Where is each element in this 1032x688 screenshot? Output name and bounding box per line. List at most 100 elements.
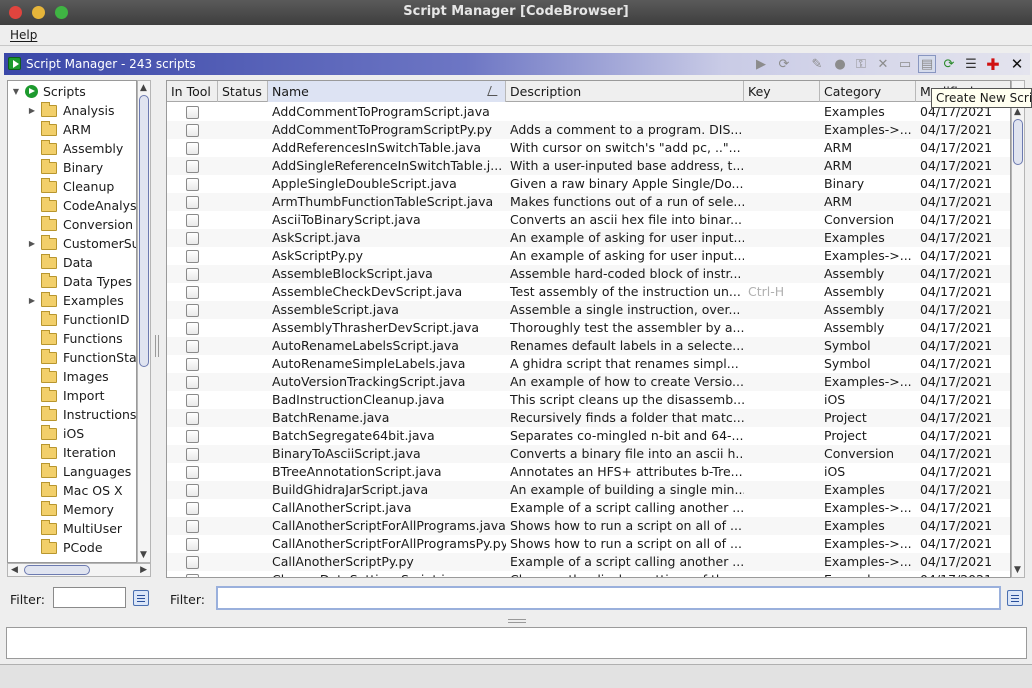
tree-item[interactable]: Import: [27, 386, 105, 405]
tree-hscroll-thumb[interactable]: [24, 565, 90, 575]
table-scroll-thumb[interactable]: [1013, 119, 1023, 165]
tree-item[interactable]: ARM: [27, 120, 91, 139]
table-row[interactable]: AssembleScript.java Assemble a single ins…: [167, 301, 1010, 319]
tree-item[interactable]: iOS: [27, 424, 84, 443]
table-row[interactable]: AskScriptPy.py An example of asking for u…: [167, 247, 1010, 265]
tree-item[interactable]: Cleanup: [27, 177, 114, 196]
in-tool-checkbox[interactable]: [186, 574, 199, 577]
run-last-script-icon[interactable]: ⟳: [775, 55, 793, 73]
in-tool-checkbox[interactable]: [186, 394, 199, 407]
in-tool-checkbox[interactable]: [186, 466, 199, 479]
table-row[interactable]: AddCommentToProgramScriptPy.py Adds a com…: [167, 121, 1010, 139]
tree-scroll-thumb[interactable]: [139, 95, 149, 367]
table-row[interactable]: AssemblyThrasherDevScript.java Thoroughly…: [167, 319, 1010, 337]
in-tool-checkbox[interactable]: [186, 250, 199, 263]
in-tool-checkbox[interactable]: [186, 124, 199, 137]
in-tool-checkbox[interactable]: [186, 178, 199, 191]
in-tool-checkbox[interactable]: [186, 376, 199, 389]
table-row[interactable]: BatchSegregate64bit.java Separates co-min…: [167, 427, 1010, 445]
column-header-in-tool[interactable]: In Tool: [167, 81, 218, 102]
table-row[interactable]: CallAnotherScript.java Example of a scrip…: [167, 499, 1010, 517]
tree-item[interactable]: Images: [27, 367, 109, 386]
in-tool-checkbox[interactable]: [186, 484, 199, 497]
in-tool-checkbox[interactable]: [186, 448, 199, 461]
scripts-table[interactable]: In Tool Status Name Description Key Cate…: [166, 80, 1011, 578]
tree-filter-input[interactable]: [53, 587, 126, 608]
script-directories-icon[interactable]: ☰: [962, 55, 980, 73]
in-tool-checkbox[interactable]: [186, 340, 199, 353]
in-tool-checkbox[interactable]: [186, 538, 199, 551]
tree-item[interactable]: Data Types: [27, 272, 132, 291]
table-row[interactable]: BinaryToAsciiScript.java Converts a binar…: [167, 445, 1010, 463]
refresh-icon[interactable]: ⟳: [940, 55, 958, 73]
table-row[interactable]: AskScript.java An example of asking for u…: [167, 229, 1010, 247]
table-filter-input[interactable]: [216, 586, 1001, 610]
filter-options-icon[interactable]: [133, 590, 149, 606]
scroll-down-icon[interactable]: ▼: [1014, 565, 1021, 575]
tree-vertical-scrollbar[interactable]: ▲ ▼: [137, 80, 151, 563]
scroll-up-icon[interactable]: ▲: [1014, 107, 1021, 117]
expand-icon[interactable]: ▶: [27, 106, 37, 115]
tree-item[interactable]: FunctionStartPatterns: [27, 348, 136, 367]
expand-icon[interactable]: ▶: [27, 239, 37, 248]
table-row[interactable]: AutoVersionTrackingScript.java An example…: [167, 373, 1010, 391]
table-row[interactable]: CallAnotherScriptForAllProgramsPy.py Show…: [167, 535, 1010, 553]
column-header-category[interactable]: Category: [820, 81, 916, 102]
category-tree[interactable]: ▼ Scripts ▶ Analysis ARM Assembly Binary Cleanu…: [7, 80, 137, 563]
collapse-icon[interactable]: ▼: [11, 87, 21, 96]
in-tool-checkbox[interactable]: [186, 160, 199, 173]
tree-item[interactable]: ▶ Analysis: [27, 101, 115, 120]
in-tool-checkbox[interactable]: [186, 142, 199, 155]
table-row[interactable]: AppleSingleDoubleScript.java Given a raw …: [167, 175, 1010, 193]
table-row[interactable]: BatchRename.java Recursively finds a fold…: [167, 409, 1010, 427]
tree-item[interactable]: ▶ Examples: [27, 291, 124, 310]
table-row[interactable]: BadInstructionCleanup.java This script cl…: [167, 391, 1010, 409]
table-row[interactable]: AssembleBlockScript.java Assemble hard-co…: [167, 265, 1010, 283]
table-row[interactable]: BuildGhidraJarScript.java An example of b…: [167, 481, 1010, 499]
tree-item[interactable]: CodeAnalysis: [27, 196, 136, 215]
in-tool-checkbox[interactable]: [186, 214, 199, 227]
tree-item[interactable]: Binary: [27, 158, 103, 177]
table-row[interactable]: ArmThumbFunctionTableScript.java Makes fu…: [167, 193, 1010, 211]
table-row[interactable]: AddReferencesInSwitchTable.java With curs…: [167, 139, 1010, 157]
tree-root[interactable]: ▼ Scripts: [11, 82, 86, 101]
delete-script-icon[interactable]: ✕: [874, 55, 892, 73]
create-new-script-icon[interactable]: ▤: [918, 55, 936, 73]
tree-horizontal-scrollbar[interactable]: ◀ ▶: [7, 563, 151, 577]
table-row[interactable]: CallAnotherScriptPy.py Example of a scrip…: [167, 553, 1010, 571]
scroll-right-icon[interactable]: ▶: [140, 565, 147, 575]
table-row[interactable]: ChangeDataSettingsScript.javaChanges the…: [167, 571, 1010, 577]
in-tool-checkbox[interactable]: [186, 268, 199, 281]
table-row[interactable]: AsciiToBinaryScript.java Converts an asci…: [167, 211, 1010, 229]
help-icon[interactable]: ✚: [984, 55, 1002, 74]
tree-item[interactable]: PCode: [27, 538, 103, 557]
close-icon[interactable]: ✕: [1008, 55, 1026, 73]
scroll-down-icon[interactable]: ▼: [140, 550, 147, 560]
tree-item[interactable]: Assembly: [27, 139, 123, 158]
expand-icon[interactable]: ▶: [27, 296, 37, 305]
column-header-key[interactable]: Key: [744, 81, 820, 102]
in-tool-checkbox[interactable]: [186, 502, 199, 515]
split-grip[interactable]: [508, 619, 526, 623]
in-tool-checkbox[interactable]: [186, 358, 199, 371]
tree-item[interactable]: FunctionID: [27, 310, 129, 329]
table-row[interactable]: BTreeAnnotationScript.java Annotates an H…: [167, 463, 1010, 481]
table-row[interactable]: CallAnotherScriptForAllPrograms.java Show…: [167, 517, 1010, 535]
tree-item[interactable]: Mac OS X: [27, 481, 123, 500]
scroll-left-icon[interactable]: ◀: [11, 565, 18, 575]
in-tool-checkbox[interactable]: [186, 304, 199, 317]
edit-script-icon[interactable]: ✎: [808, 55, 826, 73]
in-tool-checkbox[interactable]: [186, 556, 199, 569]
table-row[interactable]: AutoRenameSimpleLabels.java A ghidra scri…: [167, 355, 1010, 373]
table-row[interactable]: AutoRenameLabelsScript.java Renames defau…: [167, 337, 1010, 355]
table-row[interactable]: AssembleCheckDevScript.java Test assembly…: [167, 283, 1010, 301]
tree-item[interactable]: MultiUser: [27, 519, 122, 538]
tree-item[interactable]: Iteration: [27, 443, 116, 462]
tree-item[interactable]: Languages: [27, 462, 131, 481]
in-tool-checkbox[interactable]: [186, 232, 199, 245]
column-header-description[interactable]: Description: [506, 81, 744, 102]
tree-item[interactable]: Data: [27, 253, 93, 272]
scroll-up-icon[interactable]: ▲: [140, 83, 147, 93]
split-pane-handle[interactable]: [155, 335, 159, 357]
table-vertical-scrollbar[interactable]: ▲ ▼: [1011, 80, 1025, 578]
